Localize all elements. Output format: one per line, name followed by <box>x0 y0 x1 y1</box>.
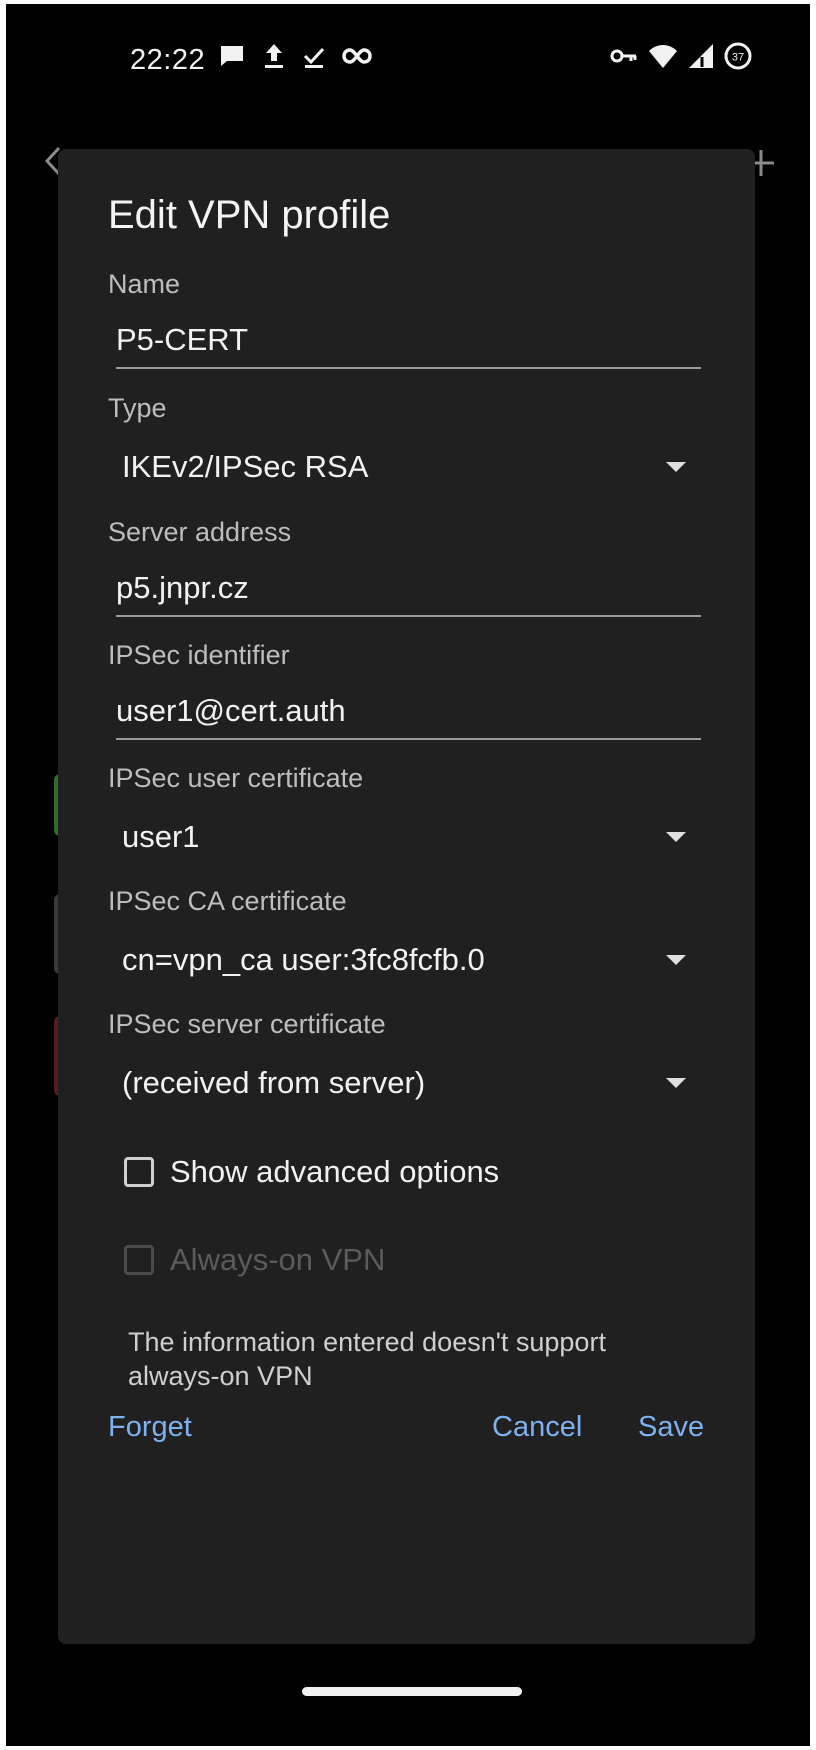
server-address-input[interactable] <box>116 561 701 617</box>
status-bar: 22:22 37 <box>6 4 810 114</box>
show-advanced-options-checkbox[interactable]: Show advanced options <box>124 1154 499 1190</box>
message-icon <box>218 43 246 69</box>
always-on-vpn-checkbox: Always-on VPN <box>124 1242 385 1278</box>
save-button[interactable]: Save <box>638 1411 704 1444</box>
dropdown-arrow-icon <box>666 462 686 472</box>
ipsec-identifier-label: IPSec identifier <box>108 640 290 670</box>
ipsec-server-certificate-label: IPSec server certificate <box>108 1009 386 1039</box>
ipsec-ca-certificate-value: cn=vpn_ca user:3fc8fcfb.0 <box>122 942 485 977</box>
home-indicator[interactable] <box>302 1687 522 1696</box>
checkbox-icon <box>124 1245 154 1275</box>
ipsec-server-certificate-value: (received from server) <box>122 1065 426 1100</box>
dropdown-arrow-icon <box>666 832 686 842</box>
notification-icons <box>218 42 372 70</box>
wifi-icon <box>648 43 678 69</box>
checkbox-icon <box>124 1157 154 1187</box>
show-advanced-options-label: Show advanced options <box>170 1154 500 1189</box>
ipsec-user-certificate-value: user1 <box>122 819 200 854</box>
dropdown-arrow-icon <box>666 955 686 965</box>
name-input[interactable] <box>116 313 701 369</box>
infinity-icon <box>342 46 372 66</box>
edit-vpn-profile-dialog: Edit VPN profile Name Type IKEv2/IPSec R… <box>58 149 755 1644</box>
type-value: IKEv2/IPSec RSA <box>122 449 369 484</box>
upload-icon <box>262 42 286 70</box>
type-select[interactable]: IKEv2/IPSec RSA <box>122 439 722 495</box>
system-icons: 37 <box>610 42 752 70</box>
cancel-button[interactable]: Cancel <box>492 1411 582 1444</box>
status-time: 22:22 <box>130 44 206 76</box>
name-label: Name <box>108 269 181 299</box>
ipsec-user-certificate-label: IPSec user certificate <box>108 763 364 793</box>
always-on-info-text: The information entered doesn't support … <box>128 1327 606 1391</box>
vpn-key-icon <box>610 46 638 66</box>
ipsec-ca-certificate-select[interactable]: cn=vpn_ca user:3fc8fcfb.0 <box>122 932 722 988</box>
forget-button[interactable]: Forget <box>108 1411 192 1444</box>
server-address-label: Server address <box>108 517 292 547</box>
dialog-title: Edit VPN profile <box>108 193 391 237</box>
phone-screen: 22:22 37 Edit VPN profile Name P5-CERT T… <box>6 4 810 1746</box>
type-label: Type <box>108 393 167 423</box>
check-icon <box>302 42 326 70</box>
ipsec-identifier-input[interactable] <box>116 684 701 740</box>
dropdown-arrow-icon <box>666 1078 686 1088</box>
ipsec-user-certificate-select[interactable]: user1 <box>122 809 722 865</box>
battery-icon: 37 <box>724 42 752 70</box>
battery-level: 37 <box>732 52 744 64</box>
ipsec-ca-certificate-label: IPSec CA certificate <box>108 886 347 916</box>
always-on-vpn-label: Always-on VPN <box>170 1242 386 1277</box>
cell-signal-icon <box>688 43 714 69</box>
ipsec-server-certificate-select[interactable]: (received from server) <box>122 1055 722 1111</box>
